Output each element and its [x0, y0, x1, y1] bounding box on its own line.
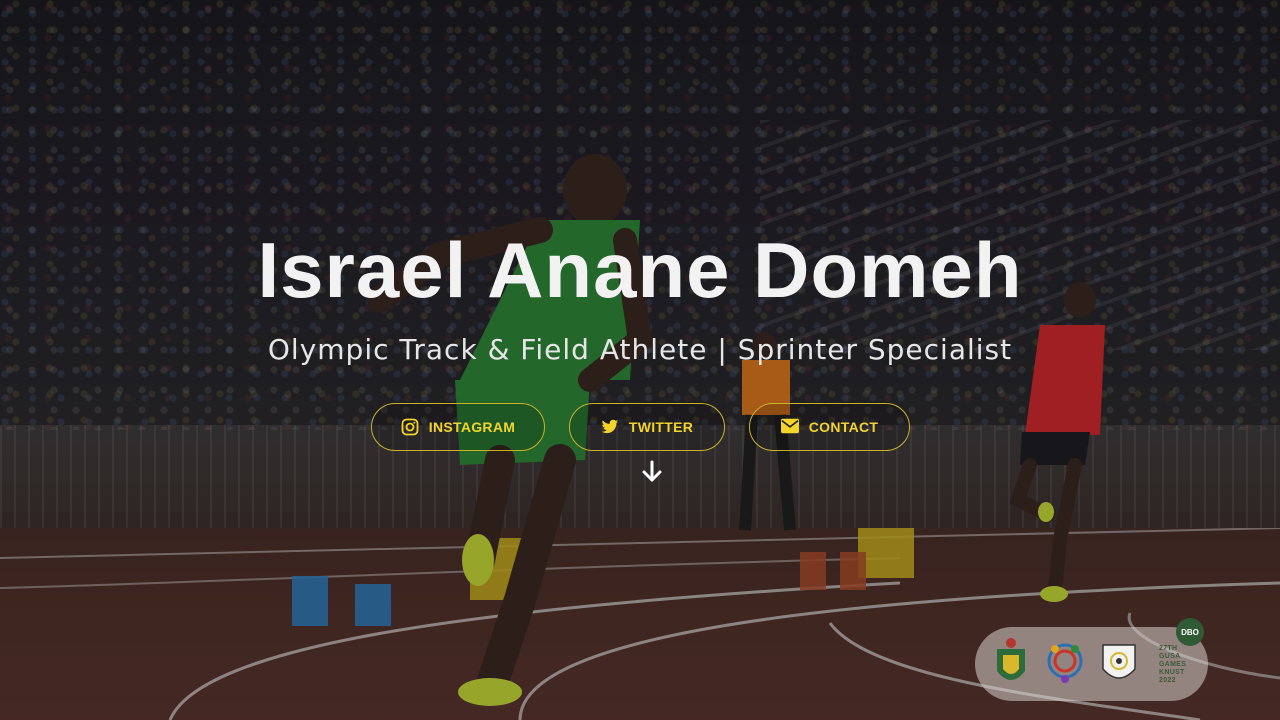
gusa-logo	[1102, 644, 1136, 679]
contact-button[interactable]: CONTACT	[749, 403, 910, 451]
athlete-subtitle: Olympic Track & Field Athlete | Sprinter…	[267, 333, 1013, 366]
hero-section: Israel Anane Domeh Olympic Track & Field…	[0, 0, 1280, 720]
twitter-button[interactable]: TWITTER	[569, 403, 725, 451]
instagram-button[interactable]: INSTAGRAM	[371, 403, 545, 451]
twitter-label: TWITTER	[628, 419, 694, 435]
arrow-down-icon	[642, 460, 662, 482]
corner-badge: DBO	[1176, 618, 1204, 646]
knust-2022-logo	[1047, 643, 1083, 683]
instagram-label: INSTAGRAM	[428, 419, 516, 435]
scroll-down-button[interactable]	[640, 460, 664, 484]
envelope-icon	[780, 418, 799, 436]
athlete-name: Israel Anane Domeh	[257, 226, 1023, 314]
twitter-icon	[601, 418, 619, 436]
knust-crest-logo	[997, 638, 1025, 680]
gusa-games-text: 27TH GUSA GAMES KNUST 2022	[1159, 645, 1187, 684]
instagram-icon	[401, 418, 419, 436]
contact-label: CONTACT	[808, 419, 879, 435]
sponsor-logos: 27TH GUSA GAMES KNUST 2022	[975, 627, 1208, 701]
